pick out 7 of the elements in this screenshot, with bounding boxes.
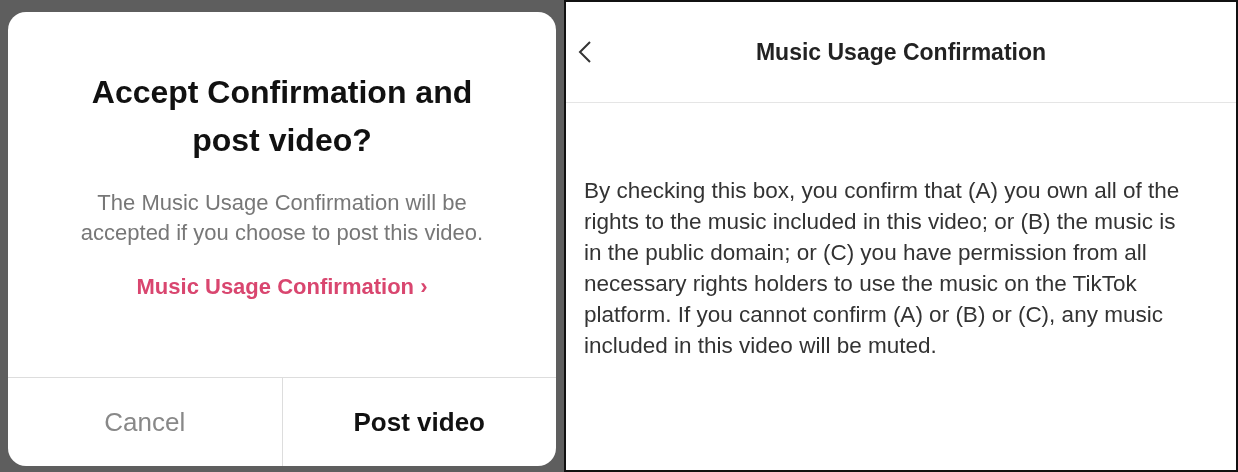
dialog-title: Accept Confirmation and post video? [90,73,474,160]
post-button[interactable]: Post video [281,378,556,466]
page-title: Music Usage Confirmation [755,38,1047,66]
dialog-message: The Music Usage Confirmation will be accepted if you choose to post this video. [79,189,485,247]
cancel-button[interactable]: Cancel [8,378,282,466]
music-usage-link[interactable]: Music Usage Confirmation › [136,274,428,300]
confirmation-text: By checking this box, you confirm that (A) you own all of the rights to the music included in this video; or (B) the music is in the public domain; or (C) you have permission from all necessary rights holders to use the music on the TikTok platform. If you cannot confirm (A) or (B) or (C), any music included in this video will be muted. [583,177,1181,360]
